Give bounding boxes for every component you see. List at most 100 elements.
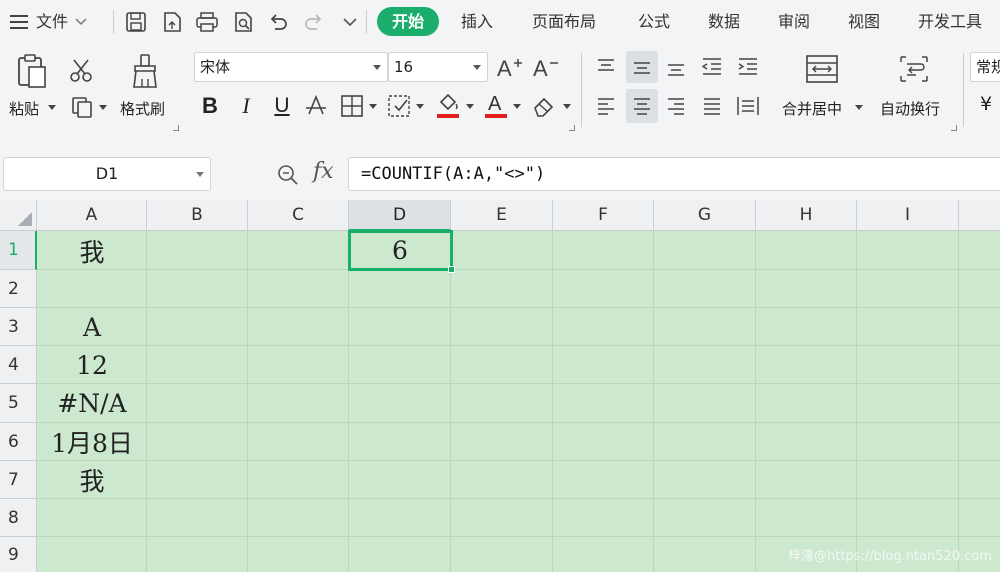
copy-dropdown-icon[interactable] [99, 105, 107, 110]
column-header-g[interactable]: G [654, 200, 756, 231]
align-middle-icon[interactable] [626, 51, 658, 83]
gridline [653, 231, 654, 572]
gridline [37, 269, 1000, 270]
print-icon[interactable] [193, 8, 221, 36]
column-header-f[interactable]: F [553, 200, 654, 231]
row-header-9[interactable]: 9 [0, 537, 37, 572]
row-header-2[interactable]: 2 [0, 270, 37, 308]
row-header-5[interactable]: 5 [0, 384, 37, 423]
row-header-1[interactable]: 1 [0, 231, 37, 270]
tab-data[interactable]: 数据 [708, 0, 740, 43]
number-format-select[interactable]: 常规 [970, 52, 1000, 82]
gridline [37, 498, 1000, 499]
cell-a6[interactable]: 1月8日 [37, 423, 147, 461]
align-bottom-icon[interactable] [662, 51, 690, 83]
merge-center-dropdown-icon[interactable] [855, 105, 863, 110]
clear-format-icon[interactable] [530, 91, 560, 121]
column-header-i[interactable]: I [857, 200, 959, 231]
cell-a5[interactable]: #N/A [37, 384, 147, 423]
tab-page-layout[interactable]: 页面布局 [532, 0, 596, 43]
merge-center-button[interactable]: 合并居中 [782, 98, 842, 119]
bold-button[interactable]: B [196, 91, 224, 121]
currency-format-button[interactable]: ¥ [980, 93, 992, 115]
underline-button[interactable]: U [268, 91, 296, 121]
formula-input[interactable]: =COUNTIF(A:A,"<>") [348, 157, 1000, 191]
tab-home[interactable]: 开始 [377, 7, 439, 36]
font-name-select[interactable]: 宋体 [194, 52, 388, 82]
print-preview-icon[interactable] [229, 8, 257, 36]
cell-a3[interactable]: A [37, 308, 147, 346]
fill-pattern-icon[interactable] [385, 91, 413, 121]
alignment-dialog-launcher-icon[interactable] [951, 125, 957, 131]
italic-button[interactable]: I [232, 91, 260, 121]
decrease-indent-icon[interactable] [697, 51, 727, 83]
name-box[interactable]: D1 [3, 157, 211, 191]
clear-format-dropdown-icon[interactable] [563, 104, 571, 109]
hamburger-icon [10, 11, 28, 33]
wrap-text-icon[interactable] [895, 51, 933, 87]
column-header-b[interactable]: B [147, 200, 248, 231]
paste-dropdown-icon[interactable] [48, 105, 56, 110]
tab-developer[interactable]: 开发工具 [918, 0, 982, 43]
fill-handle[interactable] [448, 266, 455, 273]
column-header-d[interactable]: D [349, 200, 451, 231]
ribbon-gap [0, 140, 1000, 153]
borders-icon[interactable] [338, 91, 366, 121]
column-header-a[interactable]: A [37, 200, 147, 231]
cell-a1[interactable]: 我 [37, 231, 147, 270]
font-dialog-launcher-icon[interactable] [569, 125, 575, 131]
row-header-3[interactable]: 3 [0, 308, 37, 346]
fill-color-dropdown-icon[interactable] [466, 104, 474, 109]
paste-button[interactable]: 粘贴 [9, 98, 39, 119]
distributed-align-icon[interactable] [733, 91, 763, 121]
cell-a4[interactable]: 12 [37, 346, 147, 384]
export-pdf-icon[interactable] [158, 8, 186, 36]
tab-view[interactable]: 视图 [848, 0, 880, 43]
column-header-j[interactable] [959, 200, 1000, 231]
decrease-font-size-icon[interactable]: A [531, 53, 561, 81]
fill-pattern-dropdown-icon[interactable] [416, 104, 424, 109]
select-all-button[interactable] [0, 200, 37, 231]
column-header-h[interactable]: H [756, 200, 857, 231]
copy-icon[interactable] [68, 93, 96, 121]
customize-toolbar-icon[interactable] [336, 8, 364, 36]
tab-formulas[interactable]: 公式 [638, 0, 670, 43]
fill-color-icon[interactable] [434, 89, 462, 121]
cut-icon[interactable] [66, 55, 96, 85]
row-header-8[interactable]: 8 [0, 499, 37, 537]
font-color-dropdown-icon[interactable] [513, 104, 521, 109]
gridline [37, 345, 1000, 346]
column-header-e[interactable]: E [451, 200, 553, 231]
wrap-text-button[interactable]: 自动换行 [880, 98, 940, 119]
redo-icon[interactable] [300, 8, 328, 36]
format-painter-icon[interactable] [127, 51, 163, 91]
increase-indent-icon[interactable] [733, 51, 763, 83]
increase-font-size-icon[interactable]: A [495, 53, 525, 81]
font-color-icon[interactable]: A [482, 89, 510, 121]
paste-icon[interactable] [10, 51, 54, 91]
select-all-icon [18, 212, 32, 226]
borders-dropdown-icon[interactable] [369, 104, 377, 109]
font-size-select[interactable]: 16 [388, 52, 488, 82]
cell-a7[interactable]: 我 [37, 461, 147, 499]
zoom-search-icon[interactable] [274, 161, 302, 189]
insert-function-button[interactable]: fx [313, 159, 334, 184]
align-right-icon[interactable] [662, 91, 690, 121]
align-center-icon[interactable] [626, 89, 658, 123]
merge-center-icon[interactable] [803, 51, 841, 87]
save-icon[interactable] [122, 8, 150, 36]
justify-icon[interactable] [697, 91, 727, 121]
file-menu[interactable]: 文件 [10, 0, 87, 43]
tab-review[interactable]: 审阅 [778, 0, 810, 43]
format-painter-button[interactable]: 格式刷 [120, 98, 165, 119]
strikethrough-icon[interactable] [302, 91, 330, 121]
align-left-icon[interactable] [592, 91, 620, 121]
undo-icon[interactable] [264, 8, 292, 36]
row-header-6[interactable]: 6 [0, 423, 37, 461]
align-top-icon[interactable] [592, 51, 620, 81]
tab-insert[interactable]: 插入 [461, 0, 493, 43]
row-header-7[interactable]: 7 [0, 461, 37, 499]
row-header-4[interactable]: 4 [0, 346, 37, 384]
column-header-c[interactable]: C [248, 200, 349, 231]
dialog-launcher-icon[interactable] [173, 125, 179, 131]
